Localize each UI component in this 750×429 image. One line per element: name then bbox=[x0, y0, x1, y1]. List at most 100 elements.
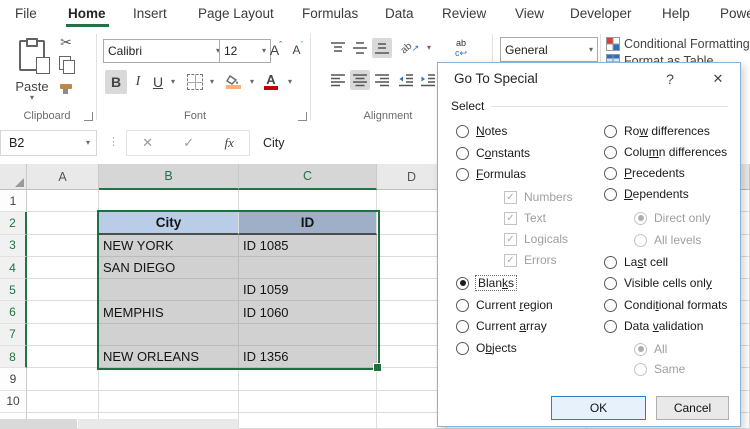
option-objects[interactable]: Objects bbox=[456, 340, 517, 356]
tab-page-layout[interactable]: Page Layout bbox=[198, 6, 274, 21]
cell-C1[interactable] bbox=[239, 190, 377, 213]
option-row-differences[interactable]: Row differences bbox=[604, 123, 710, 139]
name-box[interactable]: B2 ▾ bbox=[0, 130, 97, 156]
column-header-B[interactable]: B bbox=[99, 164, 239, 190]
font-name-combobox[interactable]: Calibri ▾ bbox=[103, 39, 225, 63]
option-last-cell[interactable]: Last cell bbox=[604, 254, 668, 270]
cell-C11[interactable] bbox=[239, 412, 377, 429]
copy-button[interactable] bbox=[56, 55, 78, 74]
option-notes[interactable]: Notes bbox=[456, 123, 507, 139]
row-header-5[interactable]: 5 bbox=[0, 279, 27, 302]
cell-A10[interactable] bbox=[27, 390, 99, 413]
align-right-button[interactable] bbox=[372, 70, 392, 90]
align-left-button[interactable] bbox=[328, 70, 348, 90]
font-dialog-launcher-icon[interactable] bbox=[298, 112, 307, 121]
row-header-4[interactable]: 4 bbox=[0, 256, 27, 280]
cell-C8[interactable]: ID 1356 bbox=[239, 346, 377, 369]
cell-A8[interactable] bbox=[27, 346, 99, 369]
cell-C9[interactable] bbox=[239, 368, 377, 391]
shrink-font-button[interactable]: Aˇ bbox=[288, 39, 308, 61]
column-header-A[interactable]: A bbox=[27, 164, 99, 190]
row-header-1[interactable]: 1 bbox=[0, 190, 27, 213]
option-current-array[interactable]: Current array bbox=[456, 318, 547, 334]
option-visible-cells-only[interactable]: Visible cells only bbox=[604, 275, 712, 291]
tab-data[interactable]: Data bbox=[385, 6, 414, 21]
increase-indent-button[interactable] bbox=[418, 70, 438, 90]
clipboard-dialog-launcher-icon[interactable] bbox=[84, 112, 93, 121]
cell-A3[interactable] bbox=[27, 234, 99, 257]
cell-C10[interactable] bbox=[239, 390, 377, 413]
row-header-9[interactable]: 9 bbox=[0, 368, 27, 391]
option-conditional-formats[interactable]: Conditional formats bbox=[604, 297, 727, 313]
format-painter-button[interactable] bbox=[55, 78, 77, 94]
cell-C4[interactable] bbox=[239, 256, 377, 280]
tab-home[interactable]: Home bbox=[68, 6, 106, 21]
font-size-combobox[interactable]: 12 ▾ bbox=[219, 39, 271, 63]
fill-color-button[interactable] bbox=[222, 70, 244, 94]
enter-entry-button[interactable]: ✓ bbox=[183, 135, 194, 151]
row-header-10[interactable]: 10 bbox=[0, 390, 27, 413]
insert-function-button[interactable]: fx bbox=[224, 135, 233, 151]
column-header-C[interactable]: C bbox=[239, 164, 377, 190]
cell-A9[interactable] bbox=[27, 368, 99, 391]
option-formulas[interactable]: Formulas bbox=[456, 166, 526, 182]
row-header-3[interactable]: 3 bbox=[0, 234, 27, 257]
bottom-align-button[interactable] bbox=[372, 38, 392, 58]
option-constants[interactable]: Constants bbox=[456, 145, 530, 161]
orientation-button[interactable]: ab ↗ bbox=[398, 38, 422, 58]
cell-B10[interactable] bbox=[99, 390, 239, 413]
cell-A4[interactable] bbox=[27, 256, 99, 280]
wrap-text-button[interactable]: ab c↩ bbox=[448, 36, 474, 60]
cell-A1[interactable] bbox=[27, 190, 99, 213]
cell-A5[interactable] bbox=[27, 279, 99, 302]
bold-button[interactable]: B bbox=[105, 70, 127, 94]
row-header-7[interactable]: 7 bbox=[0, 323, 27, 347]
tab-help[interactable]: Help bbox=[662, 6, 690, 21]
orientation-dropdown[interactable]: ▾ bbox=[424, 38, 434, 58]
underline-button[interactable]: U bbox=[149, 70, 167, 94]
middle-align-button[interactable] bbox=[350, 38, 370, 58]
cell-B1[interactable] bbox=[99, 190, 239, 213]
option-column-differences[interactable]: Column differences bbox=[604, 144, 727, 160]
cell-B7[interactable] bbox=[99, 323, 239, 347]
option-current-region[interactable]: Current region bbox=[456, 297, 553, 313]
paste-button[interactable]: Paste ▾ bbox=[8, 34, 56, 108]
cell-C3[interactable]: ID 1085 bbox=[239, 234, 377, 257]
tab-view[interactable]: View bbox=[515, 6, 544, 21]
tab-file[interactable]: File bbox=[15, 6, 37, 21]
cell-B5[interactable] bbox=[99, 279, 239, 302]
tab-insert[interactable]: Insert bbox=[133, 6, 167, 21]
tab-power[interactable]: Powe bbox=[720, 6, 750, 21]
cell-C6[interactable]: ID 1060 bbox=[239, 301, 377, 324]
option-dependents[interactable]: Dependents bbox=[604, 186, 689, 202]
borders-button[interactable] bbox=[184, 70, 206, 94]
cell-B4[interactable]: SAN DIEGO bbox=[99, 256, 239, 280]
option-precedents[interactable]: Precedents bbox=[604, 165, 685, 181]
cell-A7[interactable] bbox=[27, 323, 99, 347]
font-color-button[interactable]: A bbox=[260, 70, 282, 94]
borders-dropdown[interactable]: ▾ bbox=[206, 70, 218, 94]
cell-A6[interactable] bbox=[27, 301, 99, 324]
grow-font-button[interactable]: Aˆ bbox=[266, 39, 286, 61]
select-all-corner[interactable] bbox=[0, 164, 27, 190]
align-center-button[interactable] bbox=[350, 70, 370, 90]
cell-B2-active[interactable]: City bbox=[99, 212, 239, 235]
tab-developer[interactable]: Developer bbox=[570, 6, 632, 21]
cancel-button[interactable]: Cancel bbox=[656, 396, 729, 420]
row-header-8[interactable]: 8 bbox=[0, 346, 27, 369]
font-color-dropdown[interactable]: ▾ bbox=[284, 70, 296, 94]
number-format-combobox[interactable]: General ▾ bbox=[500, 37, 598, 62]
italic-button[interactable]: I bbox=[129, 70, 147, 94]
cell-C5[interactable]: ID 1059 bbox=[239, 279, 377, 302]
dialog-close-button[interactable]: ✕ bbox=[701, 68, 735, 90]
top-align-button[interactable] bbox=[328, 38, 348, 58]
fill-color-dropdown[interactable]: ▾ bbox=[246, 70, 258, 94]
underline-dropdown[interactable]: ▾ bbox=[167, 70, 179, 94]
row-header-6[interactable]: 6 bbox=[0, 301, 27, 324]
cell-C2[interactable]: ID bbox=[239, 212, 377, 235]
tab-formulas[interactable]: Formulas bbox=[302, 6, 358, 21]
ok-button[interactable]: OK bbox=[551, 396, 646, 420]
cell-B8[interactable]: NEW ORLEANS bbox=[99, 346, 239, 369]
row-header-2[interactable]: 2 bbox=[0, 212, 27, 235]
cancel-entry-button[interactable]: ✕ bbox=[142, 135, 153, 151]
